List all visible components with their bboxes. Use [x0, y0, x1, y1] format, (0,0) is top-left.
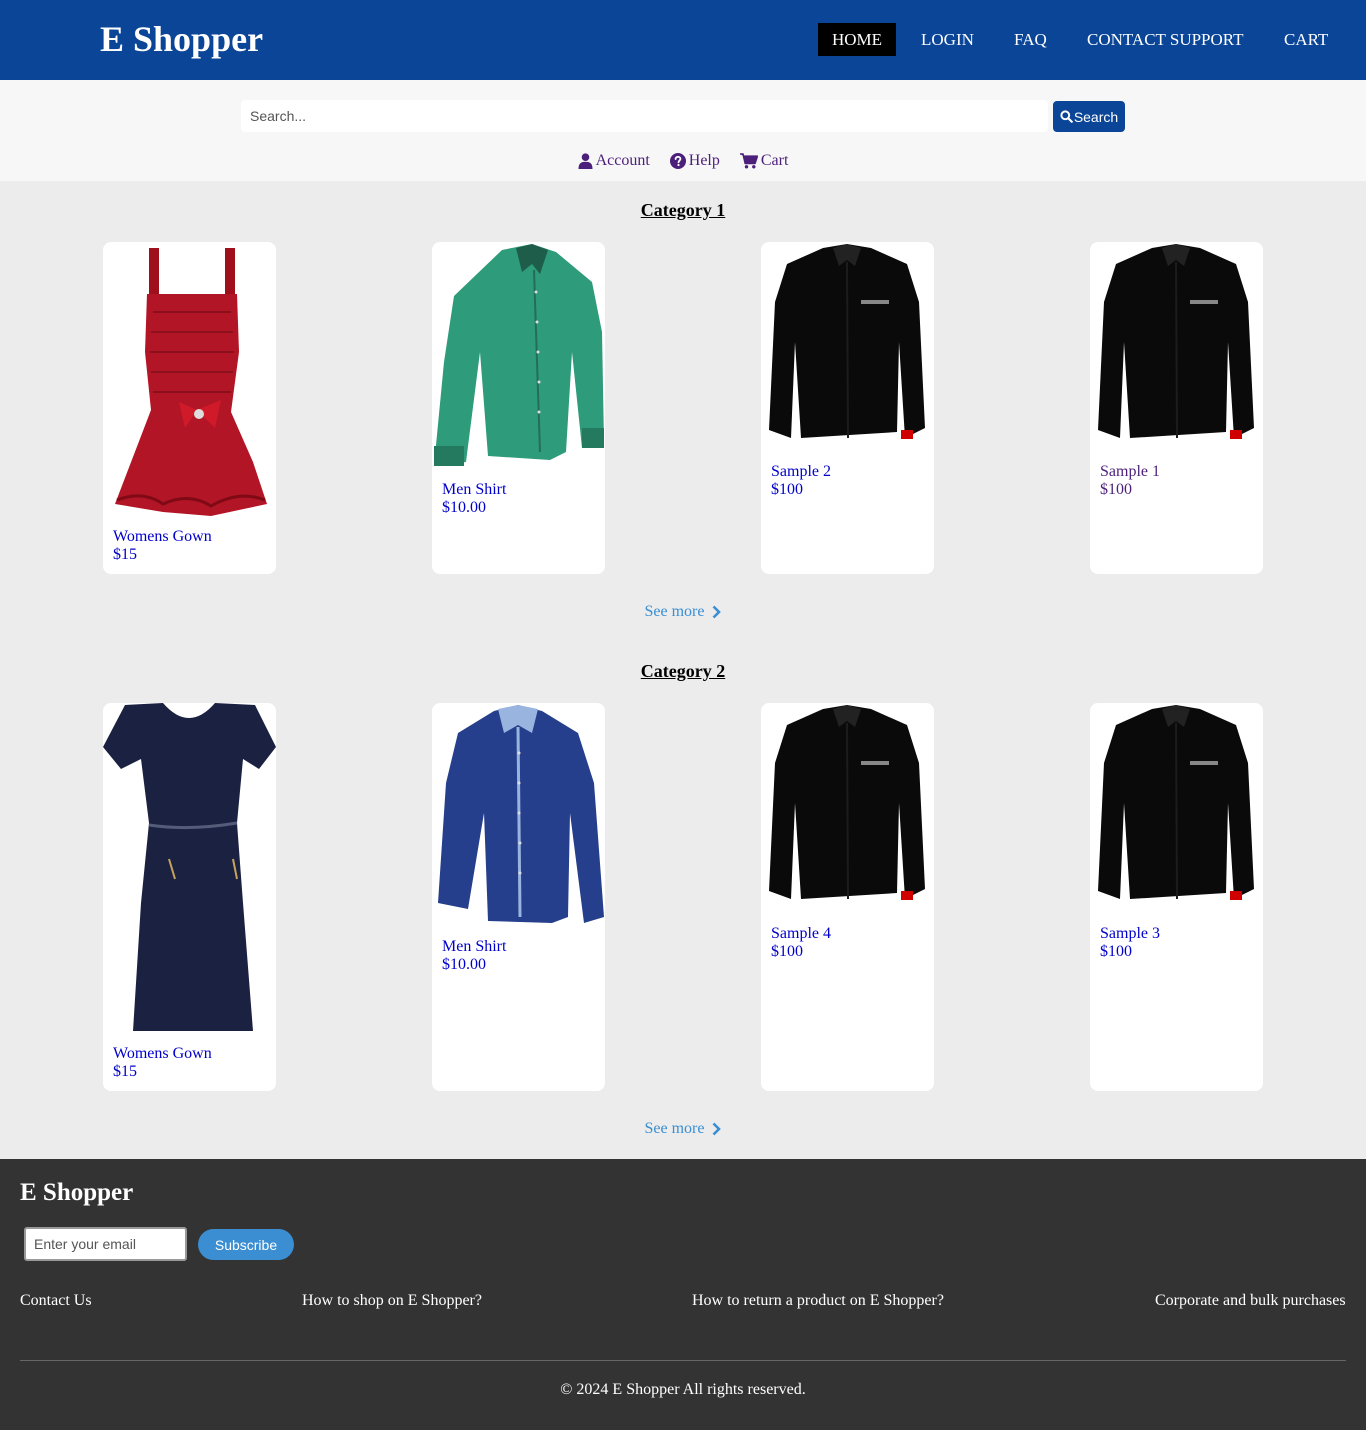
black-shirt-image — [1098, 244, 1254, 439]
see-more: See more — [0, 1120, 1366, 1138]
category-title: Category 2 — [640, 661, 726, 681]
see-more-label: See more — [644, 1120, 705, 1137]
product-card[interactable]: Sample 2 $100 — [761, 242, 934, 574]
search-button[interactable]: Search — [1053, 101, 1125, 132]
product-card[interactable]: Womens Gown $15 — [103, 242, 276, 574]
product-card[interactable]: Men Shirt $10.00 — [432, 703, 605, 1091]
search-input[interactable] — [241, 100, 1048, 132]
help-label: Help — [688, 152, 720, 169]
nav-login[interactable]: LOGIN — [921, 23, 974, 56]
black-shirt-image — [769, 244, 925, 439]
product-name[interactable]: Sample 2 — [771, 463, 831, 481]
product-card[interactable]: Sample 1 $100 — [1090, 242, 1263, 574]
product-card[interactable]: Men Shirt $10.00 — [432, 242, 605, 574]
see-more-link[interactable]: See more — [645, 603, 722, 621]
cart-label: Cart — [760, 152, 789, 169]
product-price: $15 — [113, 1063, 137, 1080]
copyright: © 2024 E Shopper All rights reserved. — [560, 1381, 806, 1398]
footer-link-contact-us[interactable]: Contact Us — [20, 1292, 92, 1310]
nav-cart[interactable]: CART — [1284, 23, 1328, 56]
product-name[interactable]: Men Shirt — [442, 481, 506, 499]
nav-contact-support[interactable]: CONTACT SUPPORT — [1087, 23, 1243, 56]
top-header: E Shopper HOME LOGIN FAQ CONTACT SUPPORT… — [0, 0, 1366, 80]
product-price: $10.00 — [442, 499, 486, 516]
black-shirt-image — [769, 705, 925, 900]
search-button-label: Search — [1073, 108, 1119, 125]
product-name[interactable]: Men Shirt — [442, 938, 506, 956]
product-name[interactable]: Sample 1 — [1100, 463, 1160, 481]
chevron-right-icon — [713, 605, 722, 619]
nav-faq[interactable]: FAQ — [1014, 23, 1047, 56]
see-more-label: See more — [644, 603, 705, 620]
see-more-link[interactable]: See more — [645, 1120, 722, 1138]
see-more: See more — [0, 603, 1366, 621]
subscribe-button[interactable]: Subscribe — [198, 1229, 294, 1260]
help-link[interactable]: Help — [669, 152, 720, 170]
site-footer: E Shopper Subscribe Contact Us How to sh… — [0, 1159, 1366, 1430]
shopping-cart-icon — [739, 153, 758, 169]
product-price: $100 — [1100, 481, 1132, 498]
product-price: $100 — [771, 481, 803, 498]
product-name[interactable]: Womens Gown — [113, 528, 212, 546]
black-shirt-image — [1098, 705, 1254, 900]
navy-dress-image — [103, 703, 276, 1031]
product-card[interactable]: Sample 4 $100 — [761, 703, 934, 1091]
user-icon — [578, 153, 593, 169]
product-price: $10.00 — [442, 956, 486, 973]
account-link[interactable]: Account — [578, 152, 650, 170]
footer-link-corporate-bulk[interactable]: Corporate and bulk purchases — [1155, 1292, 1346, 1310]
quick-links: Account Help Cart — [0, 152, 1366, 170]
green-shirt-image — [434, 244, 604, 466]
nav-home[interactable]: HOME — [818, 23, 897, 56]
blue-shirt-image — [438, 705, 604, 923]
footer-link-how-to-shop[interactable]: How to shop on E Shopper? — [302, 1292, 482, 1310]
search-bar: Search Account Help Cart — [0, 80, 1366, 181]
product-price: $100 — [1100, 943, 1132, 960]
brand-logo[interactable]: E Shopper — [100, 18, 263, 60]
email-field[interactable] — [24, 1227, 187, 1261]
product-card[interactable]: Sample 3 $100 — [1090, 703, 1263, 1091]
category-title: Category 1 — [640, 200, 726, 220]
chevron-right-icon — [713, 1122, 722, 1136]
product-price: $100 — [771, 943, 803, 960]
cart-link[interactable]: Cart — [739, 152, 789, 170]
product-name[interactable]: Womens Gown — [113, 1045, 212, 1063]
product-name[interactable]: Sample 4 — [771, 925, 831, 943]
footer-link-return-product[interactable]: How to return a product on E Shopper? — [692, 1292, 944, 1310]
account-label: Account — [595, 152, 650, 169]
footer-brand: E Shopper — [20, 1179, 134, 1206]
footer-divider — [20, 1360, 1346, 1361]
product-price: $15 — [113, 546, 137, 563]
product-name[interactable]: Sample 3 — [1100, 925, 1160, 943]
red-dress-image — [115, 248, 267, 516]
product-card[interactable]: Womens Gown $15 — [103, 703, 276, 1091]
question-circle-icon — [669, 153, 686, 169]
search-icon — [1060, 110, 1073, 123]
